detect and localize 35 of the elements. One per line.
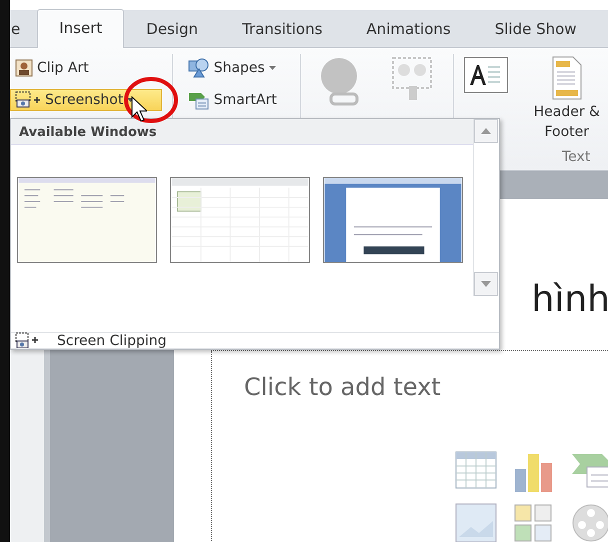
group-label: Text	[562, 149, 590, 165]
bar-chart-icon[interactable]	[513, 451, 555, 493]
smartart-icon[interactable]	[571, 451, 608, 489]
ribbon-tab[interactable]: Slide Show	[472, 10, 599, 47]
window-thumbnail[interactable]	[170, 177, 310, 263]
film-reel-icon[interactable]	[571, 503, 608, 542]
slide-title: hình	[532, 279, 608, 320]
gallery-header: Available Windows	[11, 119, 473, 145]
smartart-button[interactable]: SmartArt	[182, 89, 290, 111]
clip-art-icon	[15, 59, 33, 77]
screenshot-button[interactable]: Screenshot	[10, 89, 162, 111]
scroll-up-button[interactable]	[474, 119, 498, 143]
page-icon	[552, 56, 582, 100]
smartart-icon	[188, 90, 210, 110]
screenshot-icon	[15, 91, 41, 109]
shapes-icon	[188, 58, 210, 78]
window-thumbnail[interactable]	[323, 177, 463, 263]
down-arrow-icon	[481, 281, 491, 287]
ribbon-tab[interactable]: Animations	[344, 10, 473, 47]
table-icon[interactable]	[455, 451, 497, 489]
ribbon-tab[interactable]: e	[10, 10, 38, 47]
screen-clipping-item[interactable]: Screen Clipping	[57, 332, 167, 348]
up-arrow-icon	[481, 128, 491, 134]
ribbon-tab[interactable]: Insert	[37, 9, 124, 48]
picture-icon[interactable]	[455, 503, 497, 542]
shapes-button[interactable]: Shapes	[182, 57, 290, 79]
clip-art-button[interactable]: Clip Art	[10, 57, 162, 79]
window-thumbnail[interactable]	[17, 177, 157, 263]
ribbon-tab[interactable]: Design	[124, 10, 220, 47]
highlight-circle	[123, 76, 179, 124]
ribbon-tab[interactable]: Transitions	[220, 10, 344, 47]
placeholder-text[interactable]: Click to add text	[244, 373, 441, 401]
text-box-icon[interactable]	[464, 57, 508, 93]
button-label: Header & Footer	[532, 103, 601, 142]
scroll-down-button[interactable]	[474, 272, 498, 296]
